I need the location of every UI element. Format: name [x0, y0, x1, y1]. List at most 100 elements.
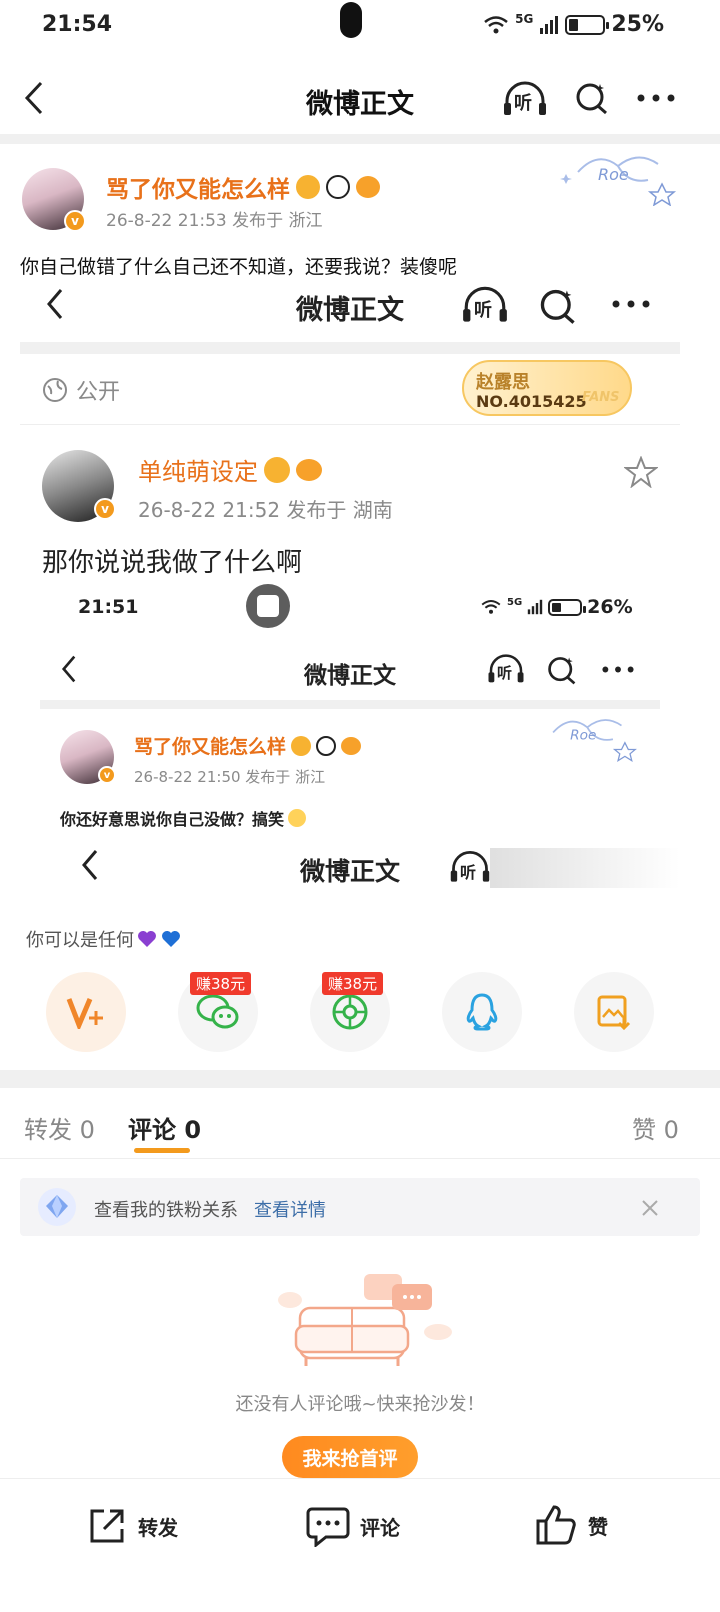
- network-label: 5G: [515, 11, 534, 26]
- screenshot-meta: 26-8-22 21:52 发布于 湖南: [138, 498, 393, 522]
- share-qq-button[interactable]: [442, 972, 522, 1052]
- screenshot2-battery: 26%: [587, 596, 633, 618]
- screenshot-divider: [20, 342, 680, 354]
- tab-comment[interactable]: 评论 0: [128, 1110, 201, 1145]
- search-icon: [576, 83, 607, 115]
- repost-button[interactable]: 转发: [86, 1505, 178, 1547]
- verified-badge: v: [94, 498, 116, 520]
- post-text: 你自己做错了什么自己还不知道，还要我说？装傻呢: [20, 256, 458, 278]
- fans-relation-bar[interactable]: 查看我的铁粉关系 查看详情: [20, 1178, 700, 1236]
- screenshot2-author-name: 骂了你又能怎么样: [134, 736, 287, 758]
- fans-card-number: NO.4015425: [476, 392, 587, 411]
- panda-icon: [316, 735, 337, 756]
- screenshot3-listen-label: 听: [460, 863, 477, 882]
- screenshot2-network: 5G: [507, 596, 523, 608]
- screenshot-title: 微博正文: [296, 295, 404, 326]
- save-image-icon: [597, 995, 631, 1030]
- like-button[interactable]: 赞: [534, 1503, 608, 1547]
- crown-badge-icon: [296, 175, 320, 199]
- tab-repost[interactable]: 转发 0: [24, 1110, 95, 1145]
- screenshot-search-icon: [540, 289, 575, 324]
- more-dots-icon: [637, 94, 675, 102]
- fish-icon: [296, 458, 322, 481]
- qq-icon: [466, 993, 498, 1031]
- screenshot2-listen-label: 听: [497, 664, 513, 682]
- comment-icon: [306, 1507, 350, 1547]
- post-author-name[interactable]: 骂了你又能怎么样: [106, 170, 290, 204]
- verified-badge: v: [64, 210, 86, 232]
- blue-heart-icon: [162, 931, 180, 947]
- divider: [0, 1158, 720, 1159]
- status-time: 21:54: [42, 12, 113, 37]
- fish-icon: [341, 736, 362, 755]
- tab-like[interactable]: 赞 0: [632, 1110, 679, 1145]
- screenshot2-camera: [246, 584, 290, 628]
- fish-icon: [356, 176, 380, 198]
- post-meta: 26-8-22 21:53 发布于 浙江: [106, 211, 323, 231]
- screenshot2-search-icon: [548, 657, 576, 685]
- screenshot-author-name: 单纯萌设定: [138, 458, 258, 486]
- status-indicators: 5G 25%: [483, 12, 664, 37]
- divider: [0, 1070, 720, 1088]
- divider: [20, 424, 680, 425]
- screenshot-more-icon: [612, 300, 650, 308]
- comment-tabs: 转发 0 评论 0 赞 0: [0, 1090, 720, 1156]
- battery-icon: [565, 14, 610, 35]
- bottom-action-bar: 转发 评论 赞: [0, 1478, 720, 1612]
- close-icon[interactable]: [640, 1198, 660, 1218]
- thumbs-up-icon: [536, 1505, 576, 1545]
- earn-tag: 赚38元: [322, 972, 384, 995]
- wechat-icon: [196, 994, 239, 1029]
- screenshot-listen-icon: 听: [460, 284, 510, 326]
- crown-badge-icon: [264, 456, 290, 483]
- fans-relation-link[interactable]: 查看详情: [254, 1196, 326, 1222]
- listen-label: 听: [514, 93, 532, 114]
- screenshot2-text: 你还好意思说你自己没做？搞笑: [60, 810, 285, 829]
- like-label: 赞: [588, 1514, 608, 1539]
- screenshot2-status: 5G 26%: [480, 596, 633, 618]
- screenshot2-author-row: 骂了你又能怎么样: [134, 732, 362, 759]
- signal-icon: [527, 599, 543, 615]
- signal-icon: [540, 15, 559, 34]
- fans-card-name: 赵露思: [476, 372, 530, 393]
- repost-icon: [90, 1509, 124, 1543]
- share-vplus-button[interactable]: [46, 972, 126, 1052]
- status-bar: 21:54 5G 25%: [0, 0, 720, 56]
- search-button[interactable]: [572, 78, 612, 118]
- decoration-bird-icon: Roe: [560, 156, 677, 206]
- screenshot-text: 那你说说我做了什么啊: [42, 548, 303, 578]
- wifi-icon: [484, 15, 508, 33]
- battery-level: 25%: [611, 12, 664, 37]
- globe-icon: [43, 378, 67, 402]
- earn-tag: 赚38元: [190, 972, 252, 995]
- comment-label: 评论: [360, 1515, 400, 1540]
- comment-button[interactable]: 评论: [306, 1505, 400, 1547]
- more-button[interactable]: [634, 84, 678, 112]
- post-author-row: 骂了你又能怎么样: [106, 170, 380, 204]
- smirk-emoji-icon: [288, 809, 307, 827]
- purple-heart-icon: [138, 931, 156, 947]
- fans-relation-text: 查看我的铁粉关系: [94, 1200, 238, 1221]
- decoration-bird-icon: Roe: [552, 719, 637, 762]
- page-title: 微博正文: [306, 89, 414, 120]
- battery-icon: [548, 598, 587, 616]
- active-tab-indicator: [134, 1148, 190, 1153]
- vplus-icon: [66, 998, 103, 1029]
- wifi-icon: [481, 600, 501, 614]
- empty-sofa-icon: [278, 1274, 452, 1366]
- fans-card-badge: 赵露思 NO.4015425 FANS: [462, 360, 632, 416]
- tooltip-text: 你可以是任何: [26, 930, 134, 951]
- share-save-image-button[interactable]: [574, 972, 654, 1052]
- screenshot2-meta: 26-8-22 21:50 发布于 浙江: [134, 768, 326, 786]
- screenshot2-time: 21:51: [78, 596, 139, 618]
- screenshot2-title: 微博正文: [304, 663, 396, 689]
- first-comment-button[interactable]: 我来抢首评: [282, 1436, 418, 1478]
- panda-icon: [326, 175, 350, 199]
- divider: [0, 134, 720, 144]
- svg-text:Roe: Roe: [598, 165, 629, 184]
- crown-badge-icon: [291, 735, 312, 756]
- star-icon: [624, 456, 658, 488]
- screenshot2-more-icon: [602, 666, 634, 673]
- screenshot-blur-fade: [490, 848, 680, 888]
- listen-button[interactable]: 听: [500, 76, 550, 122]
